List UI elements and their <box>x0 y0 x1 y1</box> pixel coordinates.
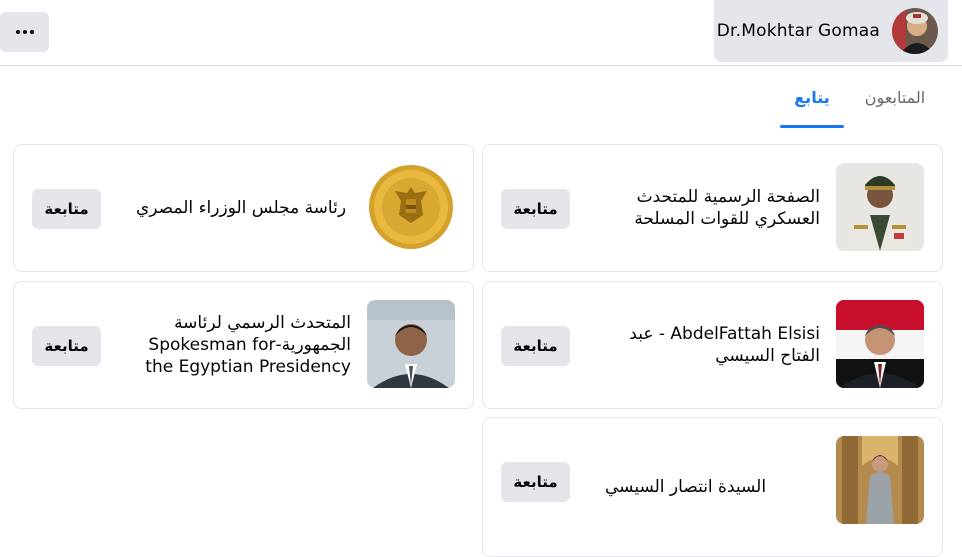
following-card: AbdelFattah Elsisi - عبد الفتاح السيسي م… <box>482 281 943 409</box>
more-horizontal-icon <box>15 30 34 34</box>
follow-button[interactable]: متابعة <box>32 189 101 229</box>
page-name[interactable]: AbdelFattah Elsisi - عبد الفتاح السيسي <box>605 282 820 408</box>
following-card: رئاسة مجلس الوزراء المصري متابعة <box>13 144 474 272</box>
page-avatar[interactable] <box>836 436 924 524</box>
following-card: الصفحة الرسمية للمتحدث العسكري للقوات ال… <box>482 144 943 272</box>
follow-button[interactable]: متابعة <box>501 189 570 229</box>
tab-followers-label: المتابعون <box>864 87 926 107</box>
page-name[interactable]: السيدة انتصار السيسي <box>605 418 820 556</box>
page-avatar[interactable] <box>836 163 924 251</box>
follow-button[interactable]: متابعة <box>501 462 570 502</box>
profile-top-bar: Dr.Mokhtar Gomaa <box>0 0 962 66</box>
follow-button[interactable]: متابعة <box>501 326 570 366</box>
more-options-button[interactable] <box>0 12 49 52</box>
page-name[interactable]: الصفحة الرسمية للمتحدث العسكري للقوات ال… <box>605 145 820 271</box>
tab-following-label: يتابع <box>794 87 830 107</box>
following-card: المتحدث الرسمي لرئاسة الجمهورية-Spokesma… <box>13 281 474 409</box>
tab-following[interactable]: يتابع <box>780 66 844 128</box>
tab-followers[interactable]: المتابعون <box>850 66 940 128</box>
page-avatar[interactable] <box>836 300 924 388</box>
page-avatar[interactable] <box>367 163 455 251</box>
profile-avatar <box>892 8 938 54</box>
follow-tabs: المتابعون يتابع <box>0 66 962 128</box>
page-name[interactable]: رئاسة مجلس الوزراء المصري <box>136 145 351 271</box>
profile-name: Dr.Mokhtar Gomaa <box>716 21 880 41</box>
page-name[interactable]: المتحدث الرسمي لرئاسة الجمهورية-Spokesma… <box>136 282 351 408</box>
page-avatar[interactable] <box>367 300 455 388</box>
follow-button[interactable]: متابعة <box>32 326 101 366</box>
profile-chip[interactable]: Dr.Mokhtar Gomaa <box>714 0 948 62</box>
following-card: السيدة انتصار السيسي متابعة <box>482 417 943 557</box>
